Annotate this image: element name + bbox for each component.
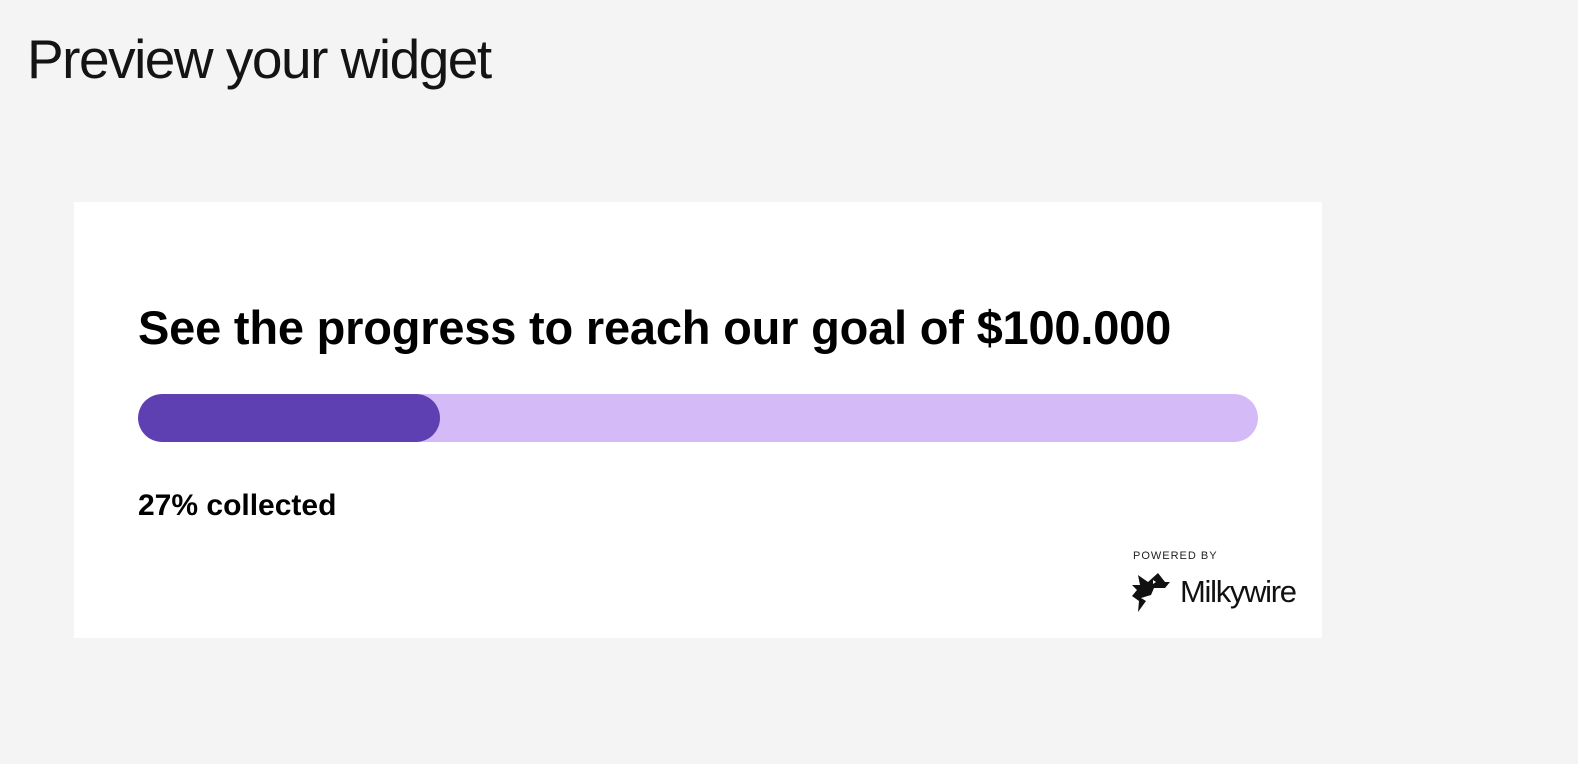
milkywire-brand-link[interactable]: Milkywire <box>1132 570 1297 614</box>
brand-name: Milkywire <box>1180 574 1297 609</box>
progress-bar-fill <box>138 394 441 442</box>
widget-heading: See the progress to reach our goal of $1… <box>138 301 1172 354</box>
widget-preview-card: See the progress to reach our goal of $1… <box>74 202 1322 638</box>
progress-label: 27% collected <box>138 489 337 522</box>
progress-bar <box>138 394 1258 442</box>
powered-by-label: POWERED BY <box>1133 550 1218 562</box>
milkywire-logo-icon <box>1132 573 1170 612</box>
page-title: Preview your widget <box>27 28 492 90</box>
